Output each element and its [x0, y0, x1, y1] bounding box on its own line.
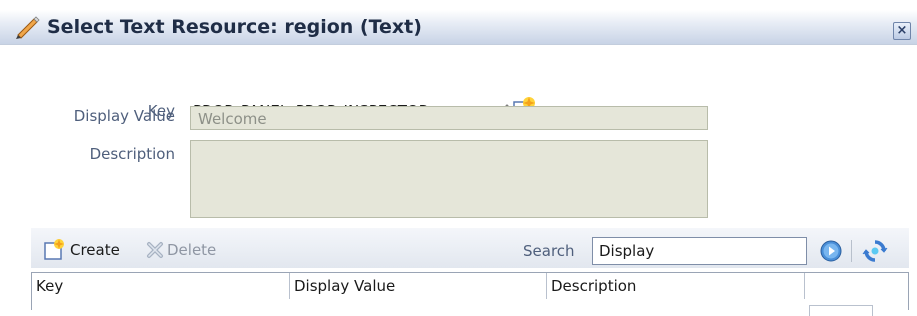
- create-button[interactable]: Create: [70, 241, 120, 259]
- delete-icon: [147, 242, 163, 258]
- select-text-resource-dialog: Select Text Resource: region (Text) × Ke…: [0, 0, 917, 316]
- dialog-title: Select Text Resource: region (Text): [47, 16, 422, 38]
- dialog-title-bar[interactable]: Select Text Resource: region (Text) ×: [0, 10, 917, 45]
- refresh-icon[interactable]: [862, 238, 888, 264]
- pencil-icon: [16, 16, 40, 39]
- description-field[interactable]: [190, 140, 708, 218]
- delete-button[interactable]: Delete: [167, 241, 216, 259]
- display-value-field[interactable]: Welcome: [190, 106, 708, 130]
- resource-table-header: Key Display Value Description: [31, 272, 909, 300]
- column-header-description[interactable]: Description: [547, 273, 805, 299]
- close-icon[interactable]: ×: [893, 22, 911, 40]
- go-search-icon[interactable]: [820, 240, 842, 262]
- description-label: Description: [89, 145, 175, 163]
- create-icon[interactable]: [44, 238, 66, 260]
- column-header-display-value[interactable]: Display Value: [290, 273, 547, 299]
- display-value-label: Display Value: [73, 107, 175, 125]
- toolbar-separator: [851, 240, 852, 262]
- resource-table-body: [31, 299, 909, 316]
- column-header-extra: [805, 273, 908, 299]
- table-cell: [809, 305, 873, 316]
- search-input[interactable]: [592, 237, 807, 265]
- column-header-key[interactable]: Key: [32, 273, 290, 299]
- search-label: Search: [523, 242, 575, 260]
